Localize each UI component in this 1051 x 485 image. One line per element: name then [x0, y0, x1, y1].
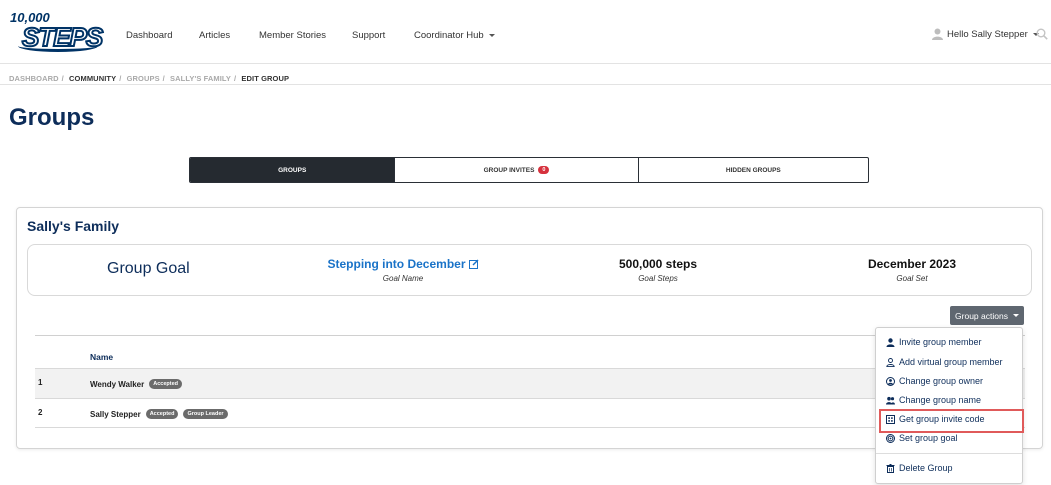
menu-item-label: Set group goal — [899, 433, 958, 443]
breadcrumb: DASHBOARD / COMMUNITY / GROUPS / SALLY'S FA… — [9, 74, 289, 83]
menu-item-invite-member[interactable]: Invite group member — [886, 337, 982, 347]
breadcrumb-separator: / — [234, 74, 237, 83]
logo[interactable]: 10,000 STEPS — [8, 10, 104, 53]
row-number: 1 — [38, 378, 43, 387]
group-tabs: GROUPS GROUP INVITES 0 HIDDEN GROUPS — [189, 157, 869, 183]
menu-item-delete-group[interactable]: Delete Group — [886, 463, 953, 473]
status-badge: Accepted — [145, 409, 179, 419]
user-icon — [932, 28, 943, 40]
menu-divider — [876, 453, 1022, 454]
group-actions-menu: Invite group member Add virtual group me… — [875, 327, 1023, 484]
menu-item-label: Change group owner — [899, 376, 984, 386]
chevron-down-icon — [488, 33, 495, 37]
target-icon — [886, 433, 895, 443]
nav-coordinator-hub-label: Coordinator Hub — [414, 30, 484, 41]
goal-steps-caption: Goal Steps — [638, 274, 678, 283]
menu-item-change-owner[interactable]: Change group owner — [886, 376, 983, 386]
top-navbar: 10,000 STEPS Dashboard Articles Member S… — [0, 0, 1051, 64]
menu-item-set-goal[interactable]: Set group goal — [886, 433, 958, 443]
invite-code-highlight — [879, 409, 1024, 433]
users-icon — [886, 396, 895, 404]
breadcrumb-edit-group: EDIT GROUP — [241, 74, 290, 83]
breadcrumb-separator: / — [162, 74, 165, 83]
member-name: Sally Stepper Accepted Group Leader — [90, 409, 228, 419]
table-header-name: Name — [90, 352, 114, 362]
breadcrumb-sallys-family[interactable]: SALLY'S FAMILY — [170, 74, 231, 83]
search-icon[interactable] — [1036, 28, 1048, 40]
goal-name-caption: Goal Name — [382, 274, 424, 283]
menu-item-add-virtual-member[interactable]: Add virtual group member — [886, 357, 1003, 367]
group-actions-label: Group actions — [955, 310, 1008, 321]
goal-name-value[interactable]: Stepping into December — [318, 257, 488, 271]
tab-group-invites-label: GROUP INVITES — [483, 166, 535, 174]
user-icon — [886, 337, 895, 347]
nav-articles[interactable]: Articles — [199, 30, 230, 41]
tab-group-invites[interactable]: GROUP INVITES 0 — [395, 158, 639, 182]
group-actions-button[interactable]: Group actions — [950, 306, 1024, 325]
tab-groups[interactable]: GROUPS — [190, 158, 396, 182]
breadcrumb-separator: / — [61, 74, 64, 83]
menu-item-change-name[interactable]: Change group name — [886, 395, 981, 405]
goal-steps-value: 500,000 steps — [618, 257, 698, 271]
goal-name-text: Stepping into December — [327, 257, 466, 271]
member-name-text: Sally Stepper — [90, 409, 141, 419]
goal-name-stat: Stepping into December Goal Name — [318, 257, 488, 283]
breadcrumb-dashboard[interactable]: DASHBOARD — [9, 74, 59, 83]
group-name: Sally's Family — [27, 218, 120, 234]
user-circle-icon — [886, 376, 895, 386]
chevron-down-icon — [1012, 314, 1019, 317]
nav-dashboard[interactable]: Dashboard — [126, 30, 172, 41]
row-number: 2 — [38, 408, 43, 417]
trash-icon — [886, 463, 895, 473]
edit-icon[interactable] — [468, 259, 479, 269]
breadcrumb-groups[interactable]: GROUPS — [127, 74, 160, 83]
page-title: Groups — [9, 104, 95, 131]
role-badge: Group Leader — [183, 409, 228, 419]
user-outline-icon — [886, 357, 895, 367]
member-name: Wendy Walker Accepted — [90, 379, 183, 389]
group-goal-label: Group Goal — [107, 260, 190, 277]
menu-item-label: Add virtual group member — [899, 357, 1003, 367]
user-menu[interactable]: Hello Sally Stepper — [932, 28, 1039, 40]
group-goal-box: Group Goal Stepping into December Goal N… — [27, 244, 1032, 296]
menu-item-label: Delete Group — [899, 463, 953, 473]
status-badge: Accepted — [149, 379, 183, 389]
nav-member-stories[interactable]: Member Stories — [259, 30, 326, 41]
nav-coordinator-hub[interactable]: Coordinator Hub — [414, 30, 495, 41]
menu-item-label: Invite group member — [899, 337, 982, 347]
member-name-text: Wendy Walker — [90, 379, 145, 389]
nav-support[interactable]: Support — [352, 30, 385, 41]
goal-steps-stat: 500,000 steps Goal Steps — [598, 257, 718, 283]
invites-count-badge: 0 — [538, 166, 550, 174]
goal-set-caption: Goal Set — [896, 274, 928, 283]
breadcrumb-separator: / — [119, 74, 122, 83]
breadcrumb-community[interactable]: COMMUNITY — [69, 74, 116, 83]
menu-item-label: Change group name — [899, 395, 982, 405]
tab-hidden-groups[interactable]: HIDDEN GROUPS — [639, 158, 868, 182]
logo-swoosh — [18, 40, 98, 52]
user-greeting: Hello Sally Stepper — [947, 28, 1028, 40]
goal-set-stat: December 2023 Goal Set — [852, 257, 972, 283]
breadcrumb-divider — [0, 84, 1051, 85]
goal-set-value: December 2023 — [867, 257, 957, 271]
